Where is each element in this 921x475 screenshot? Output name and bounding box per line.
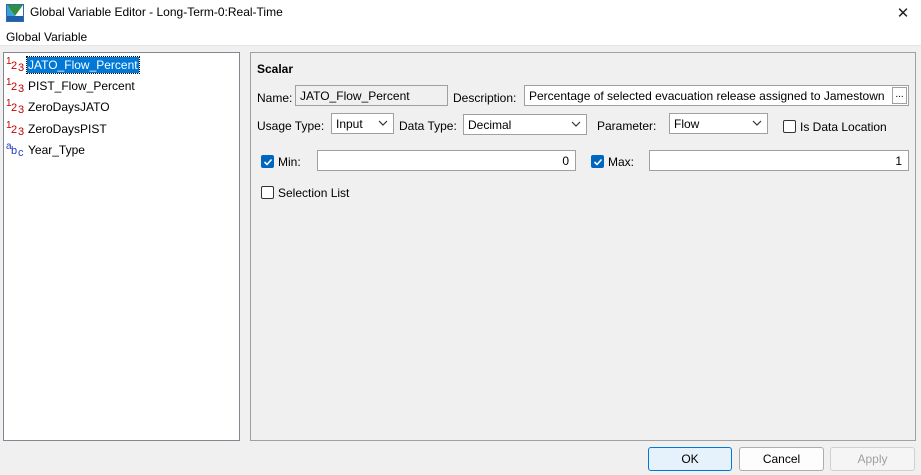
chevron-down-icon <box>752 120 762 126</box>
scalar-panel: Scalar Name: JATO_Flow_Percent Descripti… <box>250 52 916 441</box>
tree-item-jato-flow-percent[interactable]: 123 JATO_Flow_Percent <box>6 55 140 74</box>
tree-item-year-type[interactable]: abc Year_Type <box>6 141 86 159</box>
numeric-type-icon: 123 <box>6 77 25 95</box>
string-type-icon: abc <box>6 141 24 159</box>
numeric-type-icon: 123 <box>6 98 25 116</box>
cancel-button[interactable]: Cancel <box>739 447 824 471</box>
description-label: Description: <box>453 91 517 105</box>
parameter-label: Parameter: <box>597 119 657 133</box>
section-title: Scalar <box>257 62 294 76</box>
usage-type-value: Input <box>336 117 363 131</box>
variable-tree[interactable]: 123 JATO_Flow_Percent 123 PIST_Flow_Perc… <box>3 52 240 441</box>
apply-button[interactable]: Apply <box>830 447 915 471</box>
description-edit-button[interactable]: ... <box>892 87 907 104</box>
tree-item-label: ZeroDaysJATO <box>28 99 110 114</box>
tree-item-label: PIST_Flow_Percent <box>28 78 135 93</box>
tree-item-label: JATO_Flow_Percent <box>26 55 140 74</box>
name-label: Name: <box>257 91 293 105</box>
title-bar: Global Variable Editor - Long-Term-0:Rea… <box>0 0 921 26</box>
usage-type-select[interactable]: Input <box>331 113 394 134</box>
chevron-down-icon <box>378 120 388 126</box>
numeric-type-icon: 123 <box>6 120 25 138</box>
close-button[interactable]: ✕ <box>885 0 921 26</box>
selection-list-label: Selection List <box>278 186 350 200</box>
parameter-select[interactable]: Flow <box>669 113 768 134</box>
chevron-down-icon <box>571 121 581 127</box>
tree-item-label: ZeroDaysPIST <box>28 121 107 136</box>
max-label: Max: <box>608 155 635 169</box>
window-title: Global Variable Editor - Long-Term-0:Rea… <box>30 5 283 19</box>
selection-list-checkbox[interactable] <box>261 186 274 199</box>
name-field[interactable]: JATO_Flow_Percent <box>295 85 448 106</box>
parameter-value: Flow <box>674 117 700 131</box>
min-label: Min: <box>278 155 301 169</box>
close-icon: ✕ <box>896 5 910 22</box>
tree-item-zero-days-jato[interactable]: 123 ZeroDaysJATO <box>6 98 111 116</box>
is-data-location-checkbox[interactable] <box>783 120 796 133</box>
tree-item-pist-flow-percent[interactable]: 123 PIST_Flow_Percent <box>6 77 136 95</box>
max-checkbox[interactable] <box>591 155 604 168</box>
max-field[interactable]: 1 <box>649 150 909 171</box>
data-type-select[interactable]: Decimal <box>463 114 587 135</box>
menu-bar: Global Variable <box>0 26 921 46</box>
tree-item-label: Year_Type <box>28 142 85 157</box>
is-data-location-label: Is Data Location <box>800 120 887 134</box>
description-value: Percentage of selected evacuation releas… <box>529 89 885 103</box>
min-field[interactable]: 0 <box>317 150 576 171</box>
min-checkbox[interactable] <box>261 155 274 168</box>
ok-button[interactable]: OK <box>648 447 732 471</box>
data-type-label: Data Type: <box>399 119 457 133</box>
numeric-type-icon: 123 <box>6 56 25 74</box>
data-type-value: Decimal <box>468 118 512 132</box>
app-icon <box>6 4 24 22</box>
menu-global-variable[interactable]: Global Variable <box>6 30 87 44</box>
checkmark-icon <box>263 158 273 166</box>
checkmark-icon <box>593 158 603 166</box>
description-field[interactable]: Percentage of selected evacuation releas… <box>524 85 909 106</box>
usage-type-label: Usage Type: <box>257 119 325 133</box>
tree-item-zero-days-pist[interactable]: 123 ZeroDaysPIST <box>6 120 108 138</box>
